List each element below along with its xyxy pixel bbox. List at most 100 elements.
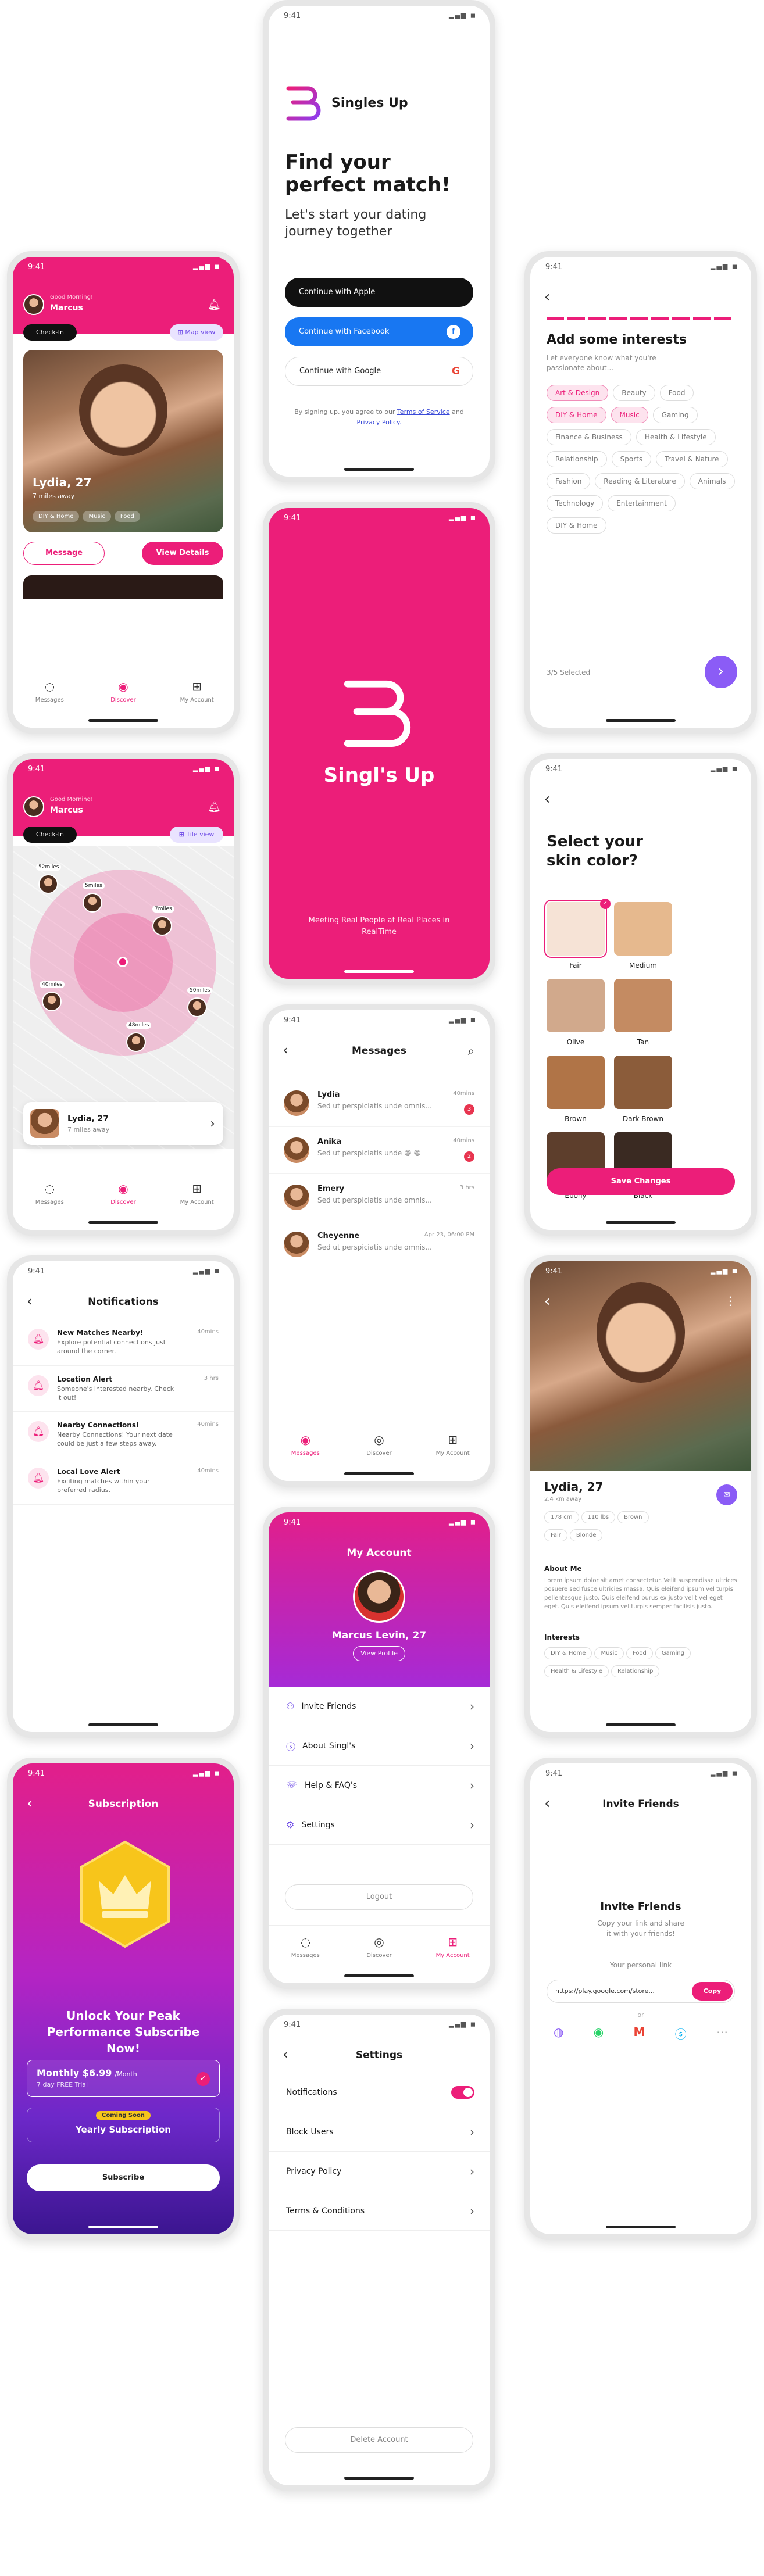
bell-icon: 🔔︎ (28, 1468, 49, 1489)
messenger-icon[interactable]: ◍ (554, 2025, 563, 2042)
notification-time: 3 hrs (204, 1375, 219, 1382)
interest-chip[interactable]: Gaming (652, 407, 698, 423)
whatsapp-icon[interactable]: ◉ (594, 2025, 604, 2042)
interest-chip[interactable]: Finance & Business (547, 429, 631, 445)
page-title: Notifications (88, 1296, 159, 1308)
notification-item[interactable]: 🔔︎ Local Love Alert Exciting matches withi… (13, 1458, 234, 1505)
nav-account[interactable]: ⊞ My Account (171, 679, 223, 728)
notification-item[interactable]: 🔔︎ Nearby Connections! Nearby Connections!… (13, 1412, 234, 1459)
notification-desc: Explore potential connections just aroun… (57, 1339, 166, 1355)
interest-chip[interactable]: DIY & Home (547, 517, 606, 534)
interest-chip[interactable]: Health & Lifestyle (636, 429, 716, 445)
tagline: Meeting Real People at Real Places in Re… (308, 916, 450, 936)
nav-messages[interactable]: ◌ Messages (23, 679, 76, 728)
privacy-link[interactable]: Privacy Policy. (357, 418, 402, 426)
menu-invite-friends[interactable]: ⚇ Invite Friends › (269, 1687, 490, 1726)
tile-view-button[interactable]: ⊞ Tile view (170, 827, 223, 843)
conversation-item[interactable]: Anika Sed ut perspiciatis unde 😄 😄 40mins 2 (269, 1127, 490, 1174)
nav-messages[interactable]: ◌ Messages (23, 1182, 76, 1230)
message-icon[interactable]: ✉ (716, 1484, 737, 1505)
terms-link[interactable]: Terms of Service (397, 408, 450, 416)
menu-settings[interactable]: ⚙ Settings › (269, 1805, 490, 1845)
checkin-button[interactable]: Check-In (23, 324, 77, 341)
interest-chip[interactable]: Animals (689, 473, 735, 489)
save-changes-button[interactable]: Save Changes (547, 1168, 735, 1195)
notification-item[interactable]: 🔔︎ Location Alert Someone's interested nea… (13, 1366, 234, 1412)
interest-chip[interactable]: Art & Design (547, 385, 609, 401)
profile-card[interactable]: Lydia, 27 7 miles away DIY & Home Music … (23, 350, 223, 532)
facebook-button[interactable]: Continue with Facebook f (285, 317, 473, 346)
notification-item[interactable]: 🔔︎ New Matches Nearby! Explore potential c… (13, 1319, 234, 1366)
chevron-right-icon[interactable]: › (210, 1117, 215, 1131)
map-view-button[interactable]: ⊞ Map view (170, 324, 223, 341)
map-user-pin[interactable] (187, 997, 207, 1017)
more-icon[interactable]: ⋯ (716, 2025, 728, 2042)
skin-swatch[interactable]: Brown (547, 1056, 608, 1123)
interest-chip[interactable]: Technology (547, 495, 604, 511)
nav-messages[interactable]: ◌ Messages (279, 1935, 331, 1983)
skin-swatch[interactable]: Medium (614, 902, 676, 969)
copy-button[interactable]: Copy (692, 1982, 733, 2001)
gear-icon: ⚙ (286, 1819, 295, 1830)
menu-about[interactable]: ⓢ About Singl's › (269, 1726, 490, 1766)
user-plus-icon: ⚇ (286, 1701, 295, 1712)
logout-button[interactable]: Logout (285, 1884, 473, 1910)
settings-block-users[interactable]: Block Users › (269, 2112, 490, 2152)
avatar[interactable] (23, 796, 44, 817)
delete-account-button[interactable]: Delete Account (285, 2427, 473, 2453)
map-user-pin[interactable] (38, 874, 58, 894)
bell-icon[interactable]: 🔔︎ (208, 801, 221, 813)
skype-icon[interactable]: ⓢ (675, 2025, 687, 2042)
skin-swatch[interactable]: Dark Brown (614, 1056, 676, 1123)
checkin-button[interactable]: Check-In (23, 827, 77, 843)
interest-chip[interactable]: Travel & Nature (656, 451, 728, 467)
skin-swatch[interactable]: Tan (614, 979, 676, 1046)
monthly-plan[interactable]: Monthly $6.99 /Month 7 day FREE Trial ✓ (27, 2060, 220, 2097)
google-button[interactable]: Continue with Google G (285, 357, 473, 386)
apple-button[interactable]: Continue with Apple (285, 278, 473, 307)
interest-chip[interactable]: Reading & Literature (595, 473, 685, 489)
view-profile-button[interactable]: View Profile (353, 1646, 405, 1661)
bell-icon[interactable]: 🔔︎ (208, 299, 221, 311)
subscribe-button[interactable]: Subscribe (27, 2164, 220, 2191)
notifications-toggle[interactable] (451, 2085, 474, 2099)
map-user-pin[interactable] (42, 992, 62, 1011)
interest-chip[interactable]: Entertainment (608, 495, 676, 511)
unread-badge: 3 (464, 1104, 474, 1115)
nearby-card[interactable]: Lydia, 27 7 miles away › (23, 1102, 223, 1145)
interest-chip[interactable]: Fashion (547, 473, 591, 489)
conversation-item[interactable]: Cheyenne Sed ut perspiciatis unde omnis..… (269, 1221, 490, 1268)
map-user-pin[interactable] (126, 1032, 146, 1052)
link-field[interactable]: https://play.google.com/store... Copy (547, 1980, 735, 2003)
interest-chip[interactable]: Beauty (613, 385, 655, 401)
view-details-button[interactable]: View Details (142, 542, 223, 565)
map-user-pin[interactable] (152, 916, 172, 936)
gmail-icon[interactable]: M (634, 2025, 645, 2042)
map-user-pin[interactable] (83, 893, 102, 913)
skin-swatch[interactable]: Fair ✓ (544, 899, 611, 969)
nav-account[interactable]: ⊞ My Account (171, 1182, 223, 1230)
interest-chip[interactable]: Relationship (547, 451, 607, 467)
nav-account[interactable]: ⊞ My Account (427, 1935, 479, 1983)
interest-chip[interactable]: DIY & Home (547, 407, 606, 423)
conversation-item[interactable]: Lydia Sed ut perspiciatis unde omnis... 40… (269, 1080, 490, 1127)
back-icon[interactable]: ‹ (544, 289, 550, 305)
settings-privacy[interactable]: Privacy Policy › (269, 2152, 490, 2191)
menu-help[interactable]: ☏ Help & FAQ's › (269, 1766, 490, 1805)
settings-terms[interactable]: Terms & Conditions › (269, 2191, 490, 2231)
skin-swatch[interactable]: Olive (547, 979, 608, 1046)
avatar[interactable] (23, 294, 44, 315)
back-icon[interactable]: ‹ (544, 792, 550, 807)
yearly-plan[interactable]: Coming Soon Yearly Subscription (27, 2108, 220, 2142)
interest-chip[interactable]: Sports (611, 451, 652, 467)
more-icon[interactable]: ⋮ (724, 1294, 736, 1308)
message-button[interactable]: Message (23, 542, 105, 565)
interest-chip[interactable]: Music (611, 407, 648, 423)
conversation-item[interactable]: Emery Sed ut perspiciatis unde omnis... 3 … (269, 1174, 490, 1221)
nav-account[interactable]: ⊞ My Account (427, 1433, 479, 1481)
next-button[interactable]: › (705, 656, 737, 688)
interest-chip[interactable]: Food (659, 385, 694, 401)
nav-messages[interactable]: ◉ Messages (279, 1433, 331, 1481)
back-icon[interactable]: ‹ (544, 1294, 550, 1309)
search-icon[interactable]: ⌕ (468, 1044, 474, 1058)
